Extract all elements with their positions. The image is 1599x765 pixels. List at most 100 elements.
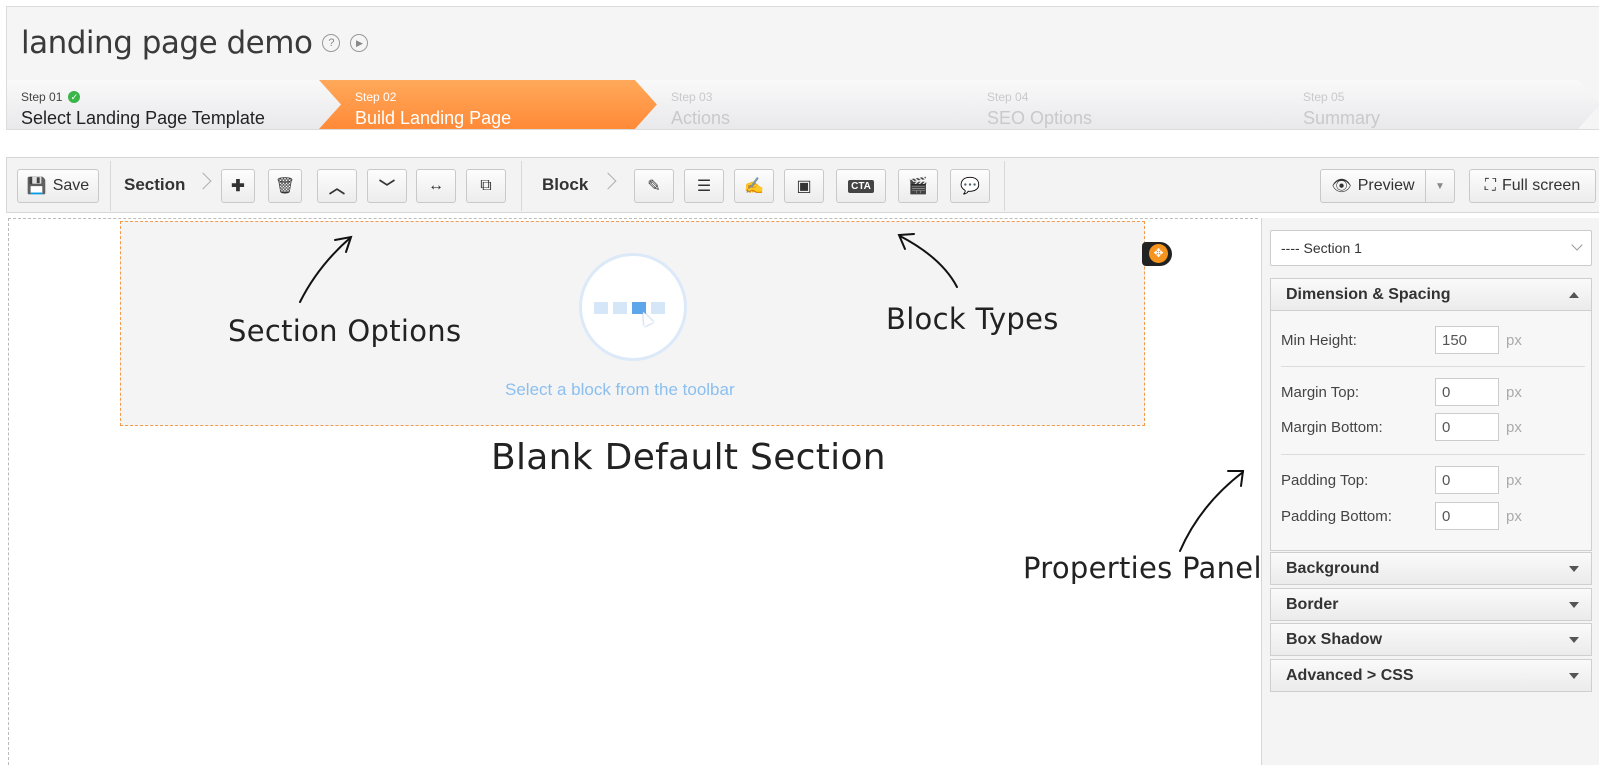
step-05[interactable]: Step 05 Summary [1267, 80, 1599, 129]
caret-down-icon [1569, 673, 1579, 679]
cta-block-button[interactable]: CTA [836, 169, 886, 203]
copy-icon: ⧉ [480, 177, 492, 194]
play-icon[interactable]: ▶ [350, 34, 369, 52]
list-block-button[interactable]: ☰ [684, 169, 724, 203]
form-block-button[interactable]: ✍ [734, 169, 774, 203]
divider [1281, 454, 1585, 455]
divider [1004, 161, 1005, 211]
expand-horizontal-icon: ↔ [428, 177, 444, 194]
chevron-right-icon [194, 172, 212, 190]
move-up-button[interactable]: ︿ [317, 169, 357, 203]
save-label: Save [52, 177, 90, 194]
annotation-properties-panel: Properties Panel [1023, 551, 1262, 585]
move-handle-icon[interactable] [1142, 242, 1172, 266]
video-block-button[interactable]: 🎬 [898, 169, 938, 203]
divider [110, 161, 111, 211]
accordion-advanced-css[interactable]: Advanced > CSS [1270, 659, 1592, 692]
step-01[interactable]: Step 01 ✓ Select Landing Page Template [7, 80, 341, 129]
min-height-input[interactable] [1435, 326, 1499, 354]
video-icon: 🎬 [908, 178, 928, 195]
drop-hint: Select a block from the toolbar [505, 380, 735, 399]
list-icon: ☰ [696, 178, 712, 195]
delete-section-button[interactable]: 🗑 [268, 169, 302, 203]
annotation-blank-section: Blank Default Section [491, 437, 886, 478]
image-block-button[interactable]: ▣ [784, 169, 824, 203]
margin-top-unit: px [1506, 383, 1522, 401]
section-select-value: ---- Section 1 [1281, 240, 1362, 256]
accordion-dimension-spacing[interactable]: Dimension & Spacing [1270, 278, 1592, 311]
fullscreen-label: Full screen [1501, 177, 1581, 194]
section-select[interactable]: ---- Section 1 [1270, 230, 1592, 266]
chevron-down-icon [1571, 239, 1583, 251]
fullscreen-icon: ⛶ [1484, 177, 1496, 194]
blocks-icon [594, 302, 665, 314]
margin-top-label: Margin Top: [1281, 383, 1360, 401]
caret-down-icon [1569, 602, 1579, 608]
chevron-right-icon [599, 172, 617, 190]
duplicate-section-button[interactable]: ⧉ [466, 169, 506, 203]
accordion-title: Dimension & Spacing [1286, 286, 1451, 303]
testimonial-block-button[interactable]: 💬 [950, 169, 990, 203]
trash-icon: 🗑 [274, 178, 296, 195]
title-row: landing page demo ? ▶ [21, 25, 369, 61]
step-label: Actions [671, 108, 731, 128]
margin-top-row: Margin Top: px [1281, 378, 1522, 406]
pencil-icon: ✎ [647, 178, 661, 195]
accordion-title: Border [1286, 596, 1339, 613]
step-label: Build Landing Page [355, 108, 512, 128]
page-title: landing page demo [21, 25, 313, 61]
step-04[interactable]: Step 04 SEO Options [951, 80, 1289, 129]
step-number: Step 01 [21, 90, 63, 104]
step-03[interactable]: Step 03 Actions [635, 80, 973, 129]
accordion-box-shadow[interactable]: Box Shadow [1270, 623, 1592, 656]
chevron-up-icon: ︿ [328, 180, 345, 197]
step-label: Summary [1303, 108, 1381, 128]
text-block-button[interactable]: ✎ [634, 169, 674, 203]
padding-top-input[interactable] [1435, 466, 1499, 494]
min-height-label: Min Height: [1281, 331, 1357, 349]
caret-down-icon [1569, 637, 1579, 643]
padding-top-label: Padding Top: [1281, 471, 1369, 489]
edit-icon: ✍ [744, 178, 764, 195]
move-down-button[interactable]: ﹀ [367, 169, 407, 203]
margin-bottom-input[interactable] [1435, 413, 1499, 441]
padding-bottom-input[interactable] [1435, 502, 1499, 530]
help-icon[interactable]: ? [322, 34, 341, 52]
image-icon: ▣ [796, 178, 812, 195]
accordion-border[interactable]: Border [1270, 588, 1592, 621]
full-width-button[interactable]: ↔ [416, 169, 456, 203]
padding-bottom-label: Padding Bottom: [1281, 507, 1392, 525]
margin-bottom-unit: px [1506, 418, 1522, 436]
preview-dropdown-button[interactable]: ▼ [1425, 169, 1455, 203]
check-icon: ✓ [68, 91, 80, 103]
accordion-title: Background [1286, 560, 1380, 577]
caret-down-icon [1569, 566, 1579, 572]
padding-top-unit: px [1506, 471, 1522, 489]
annotation-block-types: Block Types [886, 302, 1059, 336]
step-number: Step 04 [987, 90, 1029, 104]
add-section-button[interactable]: ✚ [221, 169, 255, 203]
divider [521, 161, 522, 211]
caret-up-icon [1569, 292, 1579, 298]
step-number: Step 03 [671, 90, 713, 104]
accordion-title: Advanced > CSS [1286, 667, 1414, 684]
plus-icon: ✚ [231, 178, 245, 195]
step-label: SEO Options [987, 108, 1093, 128]
min-height-unit: px [1506, 331, 1522, 349]
min-height-row: Min Height: px [1281, 326, 1522, 354]
step-02[interactable]: Step 02 Build Landing Page [319, 80, 657, 129]
annotation-section-options: Section Options [228, 314, 462, 348]
margin-top-input[interactable] [1435, 378, 1499, 406]
caret-down-icon: ▼ [1435, 180, 1445, 192]
step-number: Step 02 [355, 90, 397, 104]
divider [1281, 366, 1585, 367]
margin-bottom-label: Margin Bottom: [1281, 418, 1383, 436]
testimonial-icon: 💬 [960, 178, 980, 195]
padding-bottom-unit: px [1506, 507, 1522, 525]
accordion-background[interactable]: Background [1270, 552, 1592, 585]
preview-button[interactable]: 👁 Preview [1320, 169, 1426, 203]
save-button[interactable]: 💾 Save [17, 169, 99, 203]
wizard-steps: Step 01 ✓ Select Landing Page Template St… [7, 80, 1599, 129]
accordion-title: Box Shadow [1286, 631, 1383, 648]
fullscreen-button[interactable]: ⛶ Full screen [1469, 169, 1596, 203]
